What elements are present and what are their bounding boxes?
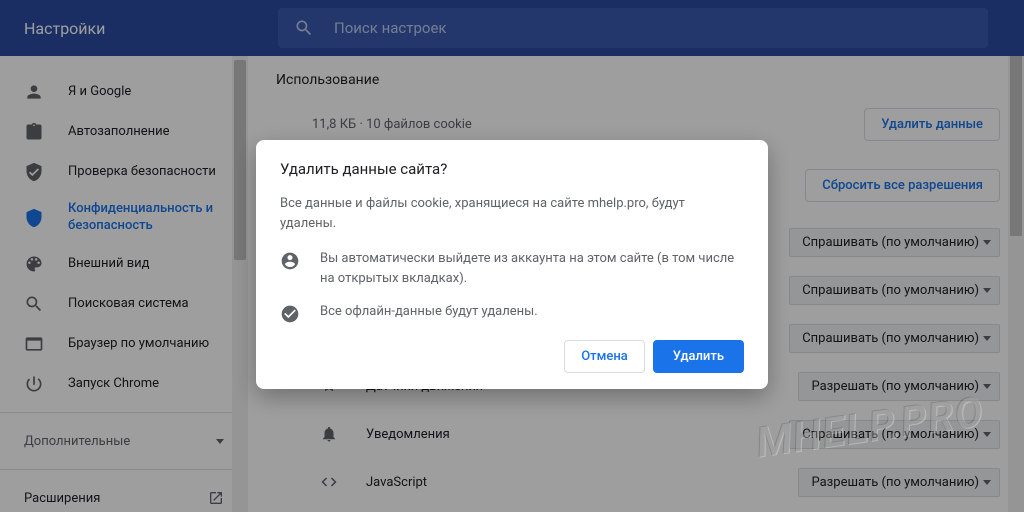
dialog-row-text: Все офлайн-данные будут удалены. — [320, 302, 538, 324]
dialog-title: Удалить данные сайта? — [280, 160, 744, 178]
modal-overlay: Удалить данные сайта? Все данные и файлы… — [0, 0, 1024, 512]
dialog-text: Все данные и файлы cookie, хранящиеся на… — [280, 194, 744, 233]
check-circle-icon — [280, 304, 300, 324]
confirm-dialog: Удалить данные сайта? Все данные и файлы… — [256, 140, 768, 389]
dialog-row-text: Вы автоматически выйдете из аккаунта на … — [320, 249, 744, 288]
confirm-delete-button[interactable]: Удалить — [653, 340, 744, 373]
account-icon — [280, 251, 300, 271]
cancel-button[interactable]: Отмена — [564, 340, 645, 373]
